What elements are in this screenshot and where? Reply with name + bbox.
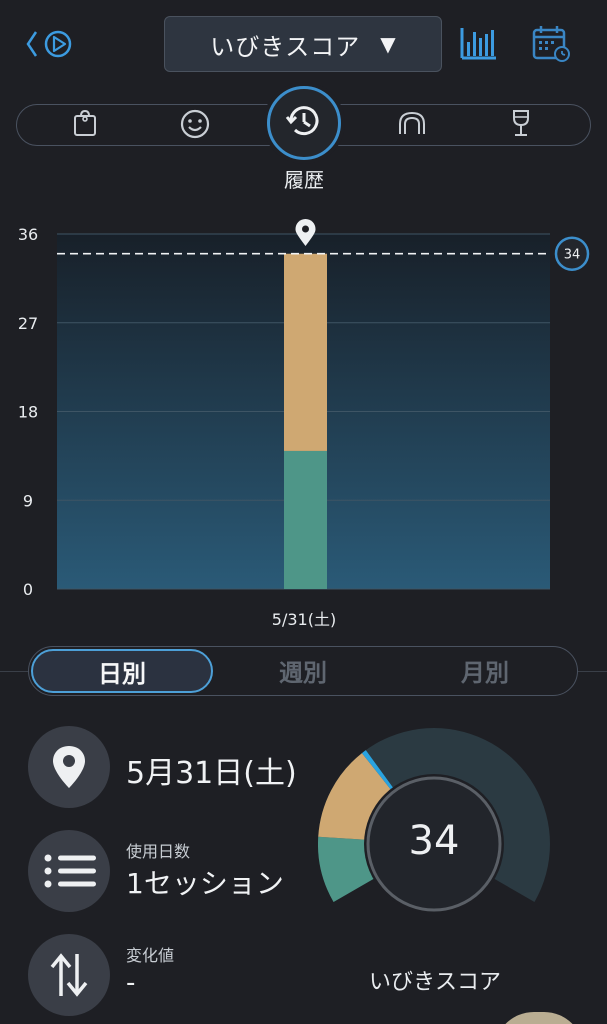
calendar-icon[interactable] (528, 22, 572, 64)
chevron-down-icon: ▼ (380, 32, 396, 56)
date-value: 5月31日(土) (126, 756, 297, 791)
y-tick-label: 27 (18, 314, 38, 333)
bag-icon[interactable] (70, 108, 100, 138)
chart-bar-segment (284, 450, 327, 589)
category-active-label: 履歴 (284, 168, 324, 192)
chart-bar-segment (284, 253, 327, 451)
tab-weekly[interactable]: 週別 (213, 647, 393, 694)
gauge-score-value: 34 (408, 818, 460, 864)
list-icon (28, 830, 110, 912)
change-label: 変化値 (126, 946, 175, 965)
y-tick-label: 0 (23, 580, 33, 599)
period-tabs: 日別 週別 月別 (28, 646, 578, 696)
bar-chart-icon[interactable] (458, 22, 500, 64)
tab-monthly[interactable]: 月別 (395, 647, 575, 694)
x-tick-label: 5/31(土) (271, 610, 337, 629)
tab-daily[interactable]: 日別 (31, 649, 213, 693)
y-tick-label: 18 (18, 403, 38, 422)
score-history-chart: 34 0 9 18 27 36 (0, 200, 607, 640)
usage-value: 1セッション (126, 867, 284, 900)
y-tick-label: 9 (23, 491, 33, 510)
arch-icon[interactable] (396, 108, 426, 138)
y-tick-label: 36 (18, 225, 38, 244)
score-type-label: いびきスコア (210, 32, 361, 61)
floating-button-partial[interactable] (494, 1012, 584, 1024)
wine-glass-icon[interactable] (506, 108, 536, 138)
reference-value-label: 34 (564, 248, 581, 263)
score-type-dropdown[interactable]: いびきスコア ▼ (164, 16, 442, 72)
chart-canvas: 34 0 9 18 27 36 (18, 219, 590, 599)
usage-label: 使用日数 (126, 842, 191, 861)
change-value: - (126, 968, 136, 998)
history-icon (283, 100, 325, 146)
pin-dot (302, 225, 309, 233)
header: いびきスコア ▼ (0, 0, 607, 86)
history-tab[interactable] (267, 86, 341, 160)
up-down-arrows-icon (28, 934, 110, 1016)
location-pin-icon (28, 726, 110, 808)
back-play-icon[interactable] (24, 24, 80, 64)
smile-icon[interactable] (179, 108, 210, 139)
gauge-title: いびきスコア (368, 970, 501, 995)
